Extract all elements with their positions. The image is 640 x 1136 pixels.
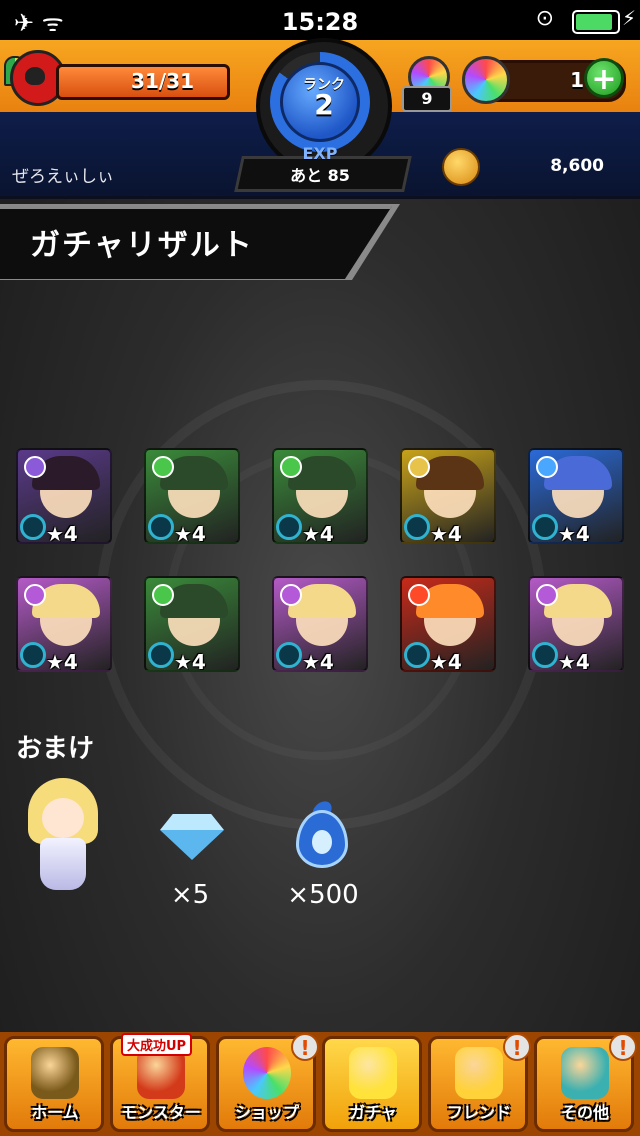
rarity-label: ★4 <box>174 522 206 544</box>
nav-label: ショップ <box>234 1103 299 1122</box>
nav-button[interactable]: ホーム <box>4 1036 104 1132</box>
element-drop-icon <box>20 514 46 540</box>
attribute-icon <box>536 456 558 478</box>
attribute-icon <box>280 456 302 478</box>
rotation-lock-icon: ⊙ <box>535 6 554 31</box>
notification-badge: ! <box>503 1033 531 1061</box>
bonus-character[interactable] <box>22 778 106 892</box>
result-monster-card[interactable]: ★4 <box>528 448 624 544</box>
coin-icon <box>442 148 480 186</box>
notification-badge: ! <box>291 1033 319 1061</box>
result-monster-card[interactable]: ★4 <box>144 576 240 672</box>
bonus-character-body <box>40 838 86 890</box>
result-monster-card[interactable]: ★4 <box>272 448 368 544</box>
nav-label: フレンド <box>446 1103 511 1122</box>
element-drop-icon <box>148 642 174 668</box>
battery-icon <box>572 10 620 34</box>
player-name: ぜろえぃしぃ <box>12 167 114 187</box>
soul-flame-core <box>312 830 332 854</box>
nav-button[interactable]: モンスター 大成功UP <box>110 1033 210 1132</box>
attribute-icon <box>24 456 46 478</box>
attribute-icon <box>152 456 174 478</box>
result-monster-card[interactable]: ★4 <box>16 448 112 544</box>
element-drop-icon <box>532 642 558 668</box>
attribute-icon <box>152 584 174 606</box>
rarity-label: ★4 <box>46 522 78 544</box>
coin-value: 8,600 <box>550 156 604 176</box>
buy-orbs-button[interactable]: + <box>584 58 624 98</box>
nav-label: ホーム <box>31 1103 79 1122</box>
soul-amount: ×500 <box>287 880 359 910</box>
rarity-label: ★4 <box>558 522 590 544</box>
bonus-character-face <box>42 798 84 838</box>
nav-button[interactable]: ガチャ <box>322 1036 422 1132</box>
element-drop-icon <box>20 642 46 668</box>
other-menu-icon <box>561 1047 609 1099</box>
nav-label: その他 <box>560 1103 609 1122</box>
result-monster-card[interactable]: ★4 <box>16 576 112 672</box>
element-drop-icon <box>148 514 174 540</box>
rarity-label: ★4 <box>174 650 206 672</box>
gem-amount: ×5 <box>170 880 210 910</box>
gem-icon-bottom <box>160 830 224 860</box>
result-monster-card[interactable]: ★4 <box>400 576 496 672</box>
orb-pack-count: 9 <box>402 86 452 112</box>
soul-flame-icon <box>296 797 348 868</box>
attribute-icon <box>536 584 558 606</box>
home-gate-icon <box>31 1047 79 1099</box>
rank-value: 2 <box>314 88 334 121</box>
gem-icon <box>160 814 224 860</box>
nav-button[interactable]: その他! <box>534 1033 637 1132</box>
element-drop-icon <box>532 514 558 540</box>
stamina-text: 31/31 <box>131 69 194 93</box>
attribute-icon <box>408 456 430 478</box>
rarity-label: ★4 <box>558 650 590 672</box>
rarity-label: ★4 <box>302 522 334 544</box>
result-monster-card[interactable]: ★4 <box>400 448 496 544</box>
bonus-title: おまけ <box>16 734 95 764</box>
charging-icon: ⚡ <box>621 6 636 30</box>
element-drop-icon <box>404 514 430 540</box>
rarity-label: ★4 <box>430 522 462 544</box>
friends-icon <box>455 1047 503 1099</box>
gacha-egg-icon <box>349 1047 397 1099</box>
rarity-label: ★4 <box>302 650 334 672</box>
element-drop-icon <box>276 642 302 668</box>
element-drop-icon <box>404 642 430 668</box>
attribute-icon <box>24 584 46 606</box>
nav-label: ガチャ <box>349 1103 397 1122</box>
nav-label: モンスター <box>121 1103 201 1122</box>
promo-tag: 大成功UP <box>121 1033 193 1056</box>
status-bar: ✈ ᯤ 15:28 ⊙ ⚡ <box>0 0 640 40</box>
orb-icon <box>243 1047 291 1099</box>
rarity-label: ★4 <box>430 650 462 672</box>
orb-pack-button[interactable]: 9 <box>400 50 452 112</box>
result-monster-card[interactable]: ★4 <box>144 448 240 544</box>
gem-icon-top <box>160 814 224 830</box>
nav-button[interactable]: ショップ! <box>216 1033 319 1132</box>
orb-value: 1 <box>570 68 584 92</box>
rarity-label: ★4 <box>46 650 78 672</box>
result-monster-card[interactable]: ★4 <box>272 576 368 672</box>
attribute-icon <box>408 584 430 606</box>
result-monster-card[interactable]: ★4 <box>528 576 624 672</box>
nav-button[interactable]: フレンド! <box>428 1033 531 1132</box>
page-title: ガチャリザルト <box>30 228 254 263</box>
notification-badge: ! <box>609 1033 637 1061</box>
element-drop-icon <box>276 514 302 540</box>
attribute-icon <box>280 584 302 606</box>
